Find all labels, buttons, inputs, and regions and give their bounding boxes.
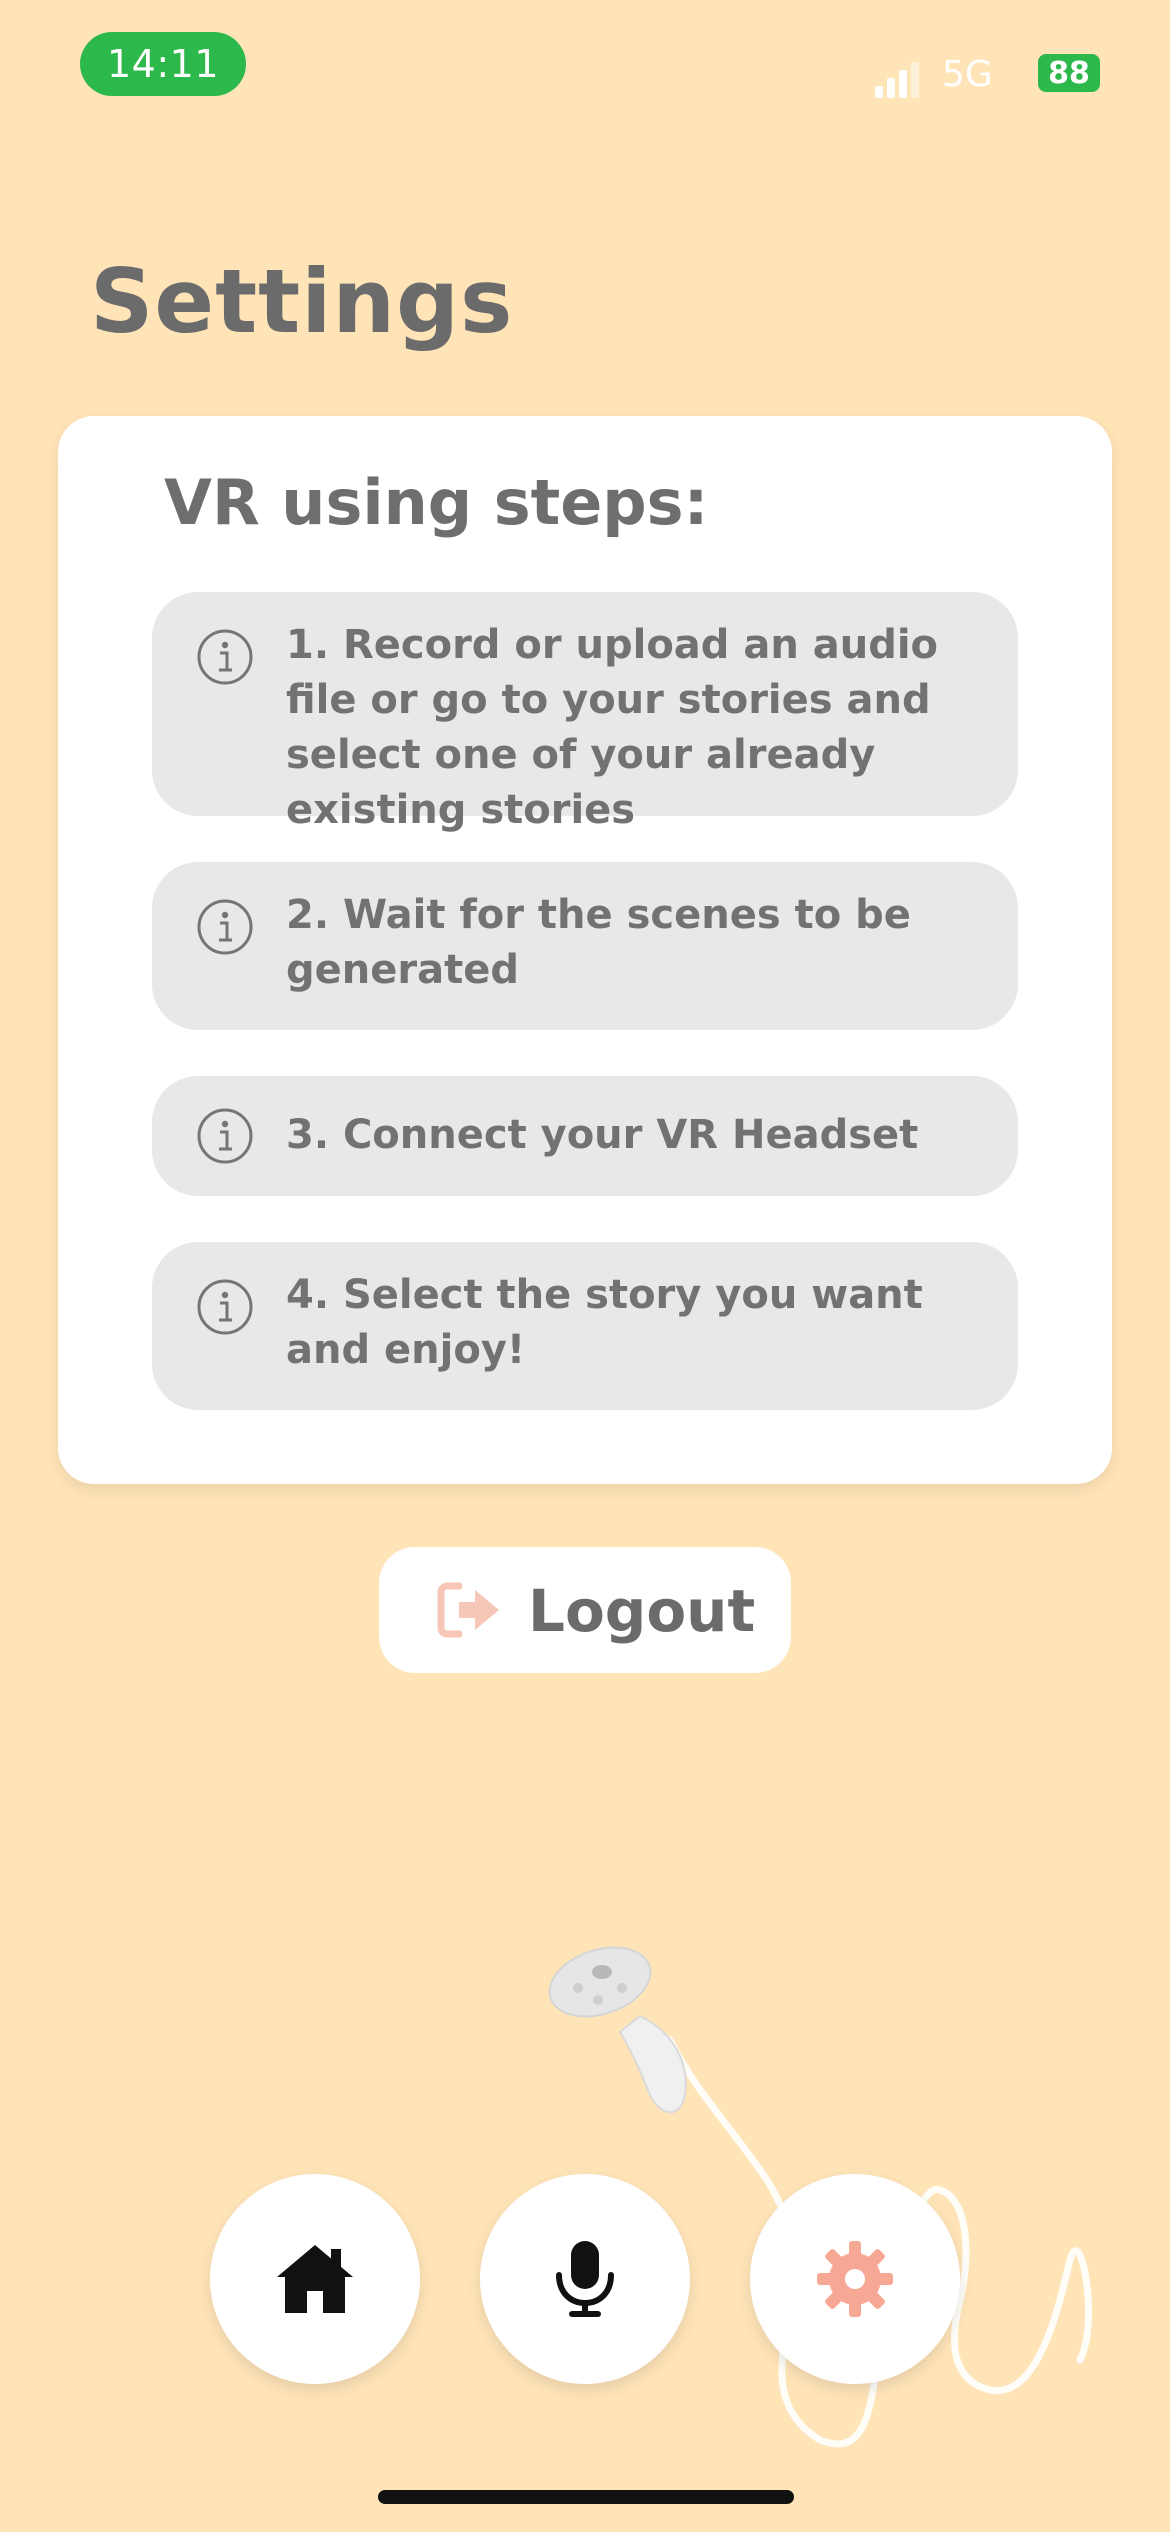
gear-icon — [817, 2241, 893, 2317]
nav-record-button[interactable] — [480, 2174, 690, 2384]
info-icon — [197, 899, 253, 955]
home-indicator — [378, 2490, 794, 2504]
step-item-2: 2. Wait for the scenes to be generated — [152, 862, 1018, 1030]
battery-icon: 88 — [1038, 54, 1100, 92]
status-time: 14:11 — [80, 32, 246, 96]
step-text: 1. Record or upload an audio file or go … — [286, 622, 939, 833]
card-heading: VR using steps: — [164, 466, 709, 539]
nav-settings-button[interactable] — [750, 2174, 960, 2384]
step-item-1: 1. Record or upload an audio file or go … — [152, 592, 1018, 833]
network-type: 5G — [942, 54, 993, 95]
logout-icon — [437, 1582, 499, 1638]
logout-label: Logout — [528, 1577, 756, 1645]
logout-button[interactable]: Logout — [379, 1547, 791, 1673]
info-icon — [197, 629, 253, 685]
step-text: 4. Select the story you want and enjoy! — [286, 1272, 923, 1373]
nav-home-button[interactable] — [210, 2174, 420, 2384]
cellular-signal-icon — [875, 62, 919, 98]
step-text: 2. Wait for the scenes to be generated — [286, 892, 911, 993]
step-item-4: 4. Select the story you want and enjoy! — [152, 1242, 1018, 1410]
info-icon — [197, 1279, 253, 1335]
home-icon — [277, 2245, 353, 2313]
battery-level: 88 — [1048, 55, 1090, 91]
info-icon — [197, 1108, 253, 1164]
page-title: Settings — [90, 250, 514, 353]
step-text: 3. Connect your VR Headset — [286, 1112, 919, 1158]
vr-steps-card: VR using steps: 1. Record or upload an a… — [58, 416, 1112, 1484]
microphone-icon — [556, 2241, 614, 2317]
status-indicators: 5G 88 — [870, 40, 1170, 104]
step-item-3: 3. Connect your VR Headset — [152, 1076, 1018, 1196]
